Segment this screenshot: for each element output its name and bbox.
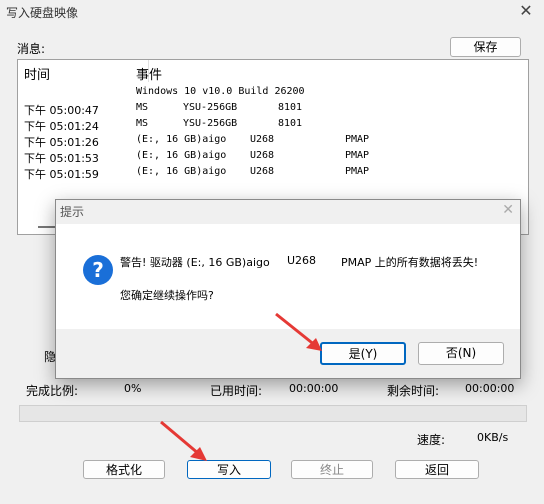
remaining-time-value: 00:00:00 [465,382,515,395]
messages-label: 消息: [17,42,46,56]
log-time: 下午 05:01:26 [24,136,99,149]
yes-button[interactable]: 是(Y) [320,342,406,365]
log-time: 下午 05:01:59 [24,168,99,181]
log-row: 下午 05:01:59 (E:, 16 GB)aigo U268 PMAP [18,166,528,182]
progress-bar [19,405,527,422]
column-header-time[interactable]: 时间 [24,64,50,83]
write-button[interactable]: 写入 [187,460,271,479]
log-extra: PMAP [345,150,370,161]
warning-text-id: U268 [287,254,317,267]
warning-text-prefix: 警告! 驱动器 (E:, 16 GB)aigo [120,256,270,269]
log-row: 下午 05:01:24 MS YSU-256GB 8101 [18,118,528,134]
log-event: (E:, 16 GB)aigo [136,134,227,145]
log-row: 下午 05:01:26 (E:, 16 GB)aigo U268 PMAP [18,134,528,150]
log-event: Windows 10 v10.0 Build 26200 [136,86,305,97]
confirm-dialog: 提示 ✕ ? 警告! 驱动器 (E:, 16 GB)aigo U268 PMAP… [55,199,521,379]
log-id: 8101 [278,102,303,113]
dialog-title: 提示 [60,205,85,219]
log-event: (E:, 16 GB)aigo [136,166,227,177]
close-icon[interactable]: ✕ [516,2,536,20]
log-id: U268 [250,166,275,177]
column-header-event[interactable]: 事件 [136,64,162,83]
warning-text-suffix: PMAP 上的所有数据将丢失! [341,256,479,269]
log-id: 8101 [278,118,303,129]
log-id: U268 [250,134,275,145]
dialog-close-icon[interactable]: ✕ [502,202,514,218]
complete-ratio-value: 0% [124,382,142,395]
save-button[interactable]: 保存 [450,37,521,57]
log-time: 下午 05:01:24 [24,120,99,133]
speed-label: 速度: [417,433,446,447]
log-model: YSU-256GB [183,102,238,113]
dialog-body: ? 警告! 驱动器 (E:, 16 GB)aigo U268 PMAP 上的所有… [56,224,520,329]
log-extra: PMAP [345,166,370,177]
complete-ratio-label: 完成比例: [26,384,79,398]
log-time: 下午 05:01:53 [24,152,99,165]
speed-value: 0KB/s [477,431,509,444]
log-model: YSU-256GB [183,118,238,129]
log-id: U268 [250,150,275,161]
annotation-arrow-icon [160,420,207,461]
log-extra: PMAP [345,134,370,145]
question-icon: ? [83,255,113,285]
log-event: (E:, 16 GB)aigo [136,150,227,161]
no-button[interactable]: 否(N) [418,342,504,365]
log-time: 下午 05:00:47 [24,104,99,117]
log-event: MS [136,102,149,113]
question-text: 您确定继续操作吗? [120,289,214,302]
stop-button[interactable]: 终止 [291,460,373,479]
elapsed-time-label: 已用时间: [210,384,263,398]
log-row: 下午 05:01:53 (E:, 16 GB)aigo U268 PMAP [18,150,528,166]
window-title: 写入硬盘映像 [6,6,79,20]
log-event: MS [136,118,149,129]
remaining-time-label: 剩余时间: [387,384,440,398]
log-row: Windows 10 v10.0 Build 26200 [18,86,528,102]
log-row: 下午 05:00:47 MS YSU-256GB 8101 [18,102,528,118]
elapsed-time-value: 00:00:00 [289,382,339,395]
format-button[interactable]: 格式化 [83,460,165,479]
back-button[interactable]: 返回 [395,460,479,479]
